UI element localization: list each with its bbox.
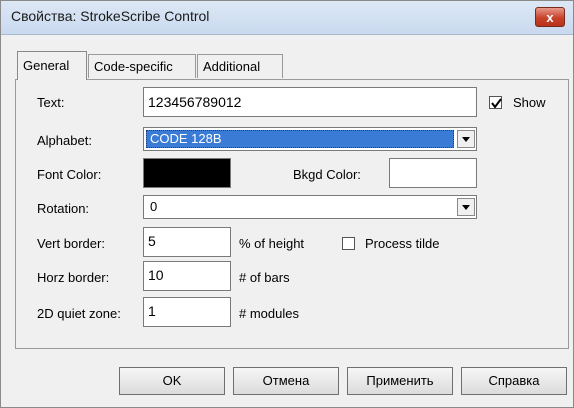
process-tilde-label: Process tilde (365, 236, 440, 251)
tab-additional[interactable]: Additional (197, 54, 283, 78)
tab-additional-label: Additional (203, 59, 261, 74)
tab-code-specific-label: Code-specific (94, 59, 173, 74)
vert-border-label: Vert border: (37, 236, 105, 251)
rotation-label: Rotation: (37, 201, 90, 216)
font-color-swatch[interactable] (143, 158, 231, 188)
apply-button[interactable]: Применить (347, 367, 453, 395)
tab-general[interactable]: General (17, 51, 87, 80)
title-bar[interactable]: Свойства: StrokeScribe Control x (1, 1, 573, 35)
rotation-dropdown-arrow-icon[interactable] (457, 198, 475, 216)
font-color-label: Font Color: (37, 167, 102, 182)
quiet-zone-unit: # modules (239, 306, 299, 321)
cancel-button[interactable]: Отмена (233, 367, 339, 395)
help-button[interactable]: Справка (461, 367, 567, 395)
close-icon: x (546, 10, 554, 25)
quiet-zone-label: 2D quiet zone: (37, 306, 121, 321)
show-checkbox[interactable] (489, 96, 502, 109)
close-button[interactable]: x (535, 7, 565, 27)
horz-border-unit: # of bars (239, 270, 290, 285)
vert-border-input[interactable]: 5 (143, 227, 231, 257)
window-title: Свойства: StrokeScribe Control (11, 8, 210, 24)
ok-button[interactable]: OK (119, 367, 225, 395)
horz-border-label: Horz border: (37, 270, 110, 285)
tab-code-specific[interactable]: Code-specific (88, 54, 196, 78)
tab-general-label: General (23, 58, 70, 73)
text-input[interactable]: 123456789012 (143, 87, 477, 117)
vert-border-unit: % of height (239, 236, 305, 251)
show-label: Show (513, 95, 546, 110)
text-label: Text: (37, 95, 65, 110)
alphabet-value: CODE 128B (150, 131, 222, 146)
checkmark-icon (491, 98, 502, 109)
quiet-zone-input[interactable]: 1 (143, 297, 231, 327)
bkgd-color-swatch[interactable] (389, 158, 477, 188)
alphabet-label: Alphabet: (37, 133, 92, 148)
process-tilde-checkbox[interactable] (342, 237, 355, 250)
rotation-value: 0 (150, 199, 158, 214)
horz-border-input[interactable]: 10 (143, 261, 231, 291)
bkgd-color-label: Bkgd Color: (293, 167, 361, 182)
rotation-select[interactable]: 0 (143, 195, 477, 219)
alphabet-select[interactable]: CODE 128B (143, 127, 477, 151)
alphabet-dropdown-arrow-icon[interactable] (457, 130, 475, 148)
properties-dialog: Свойства: StrokeScribe Control x General… (0, 0, 574, 408)
